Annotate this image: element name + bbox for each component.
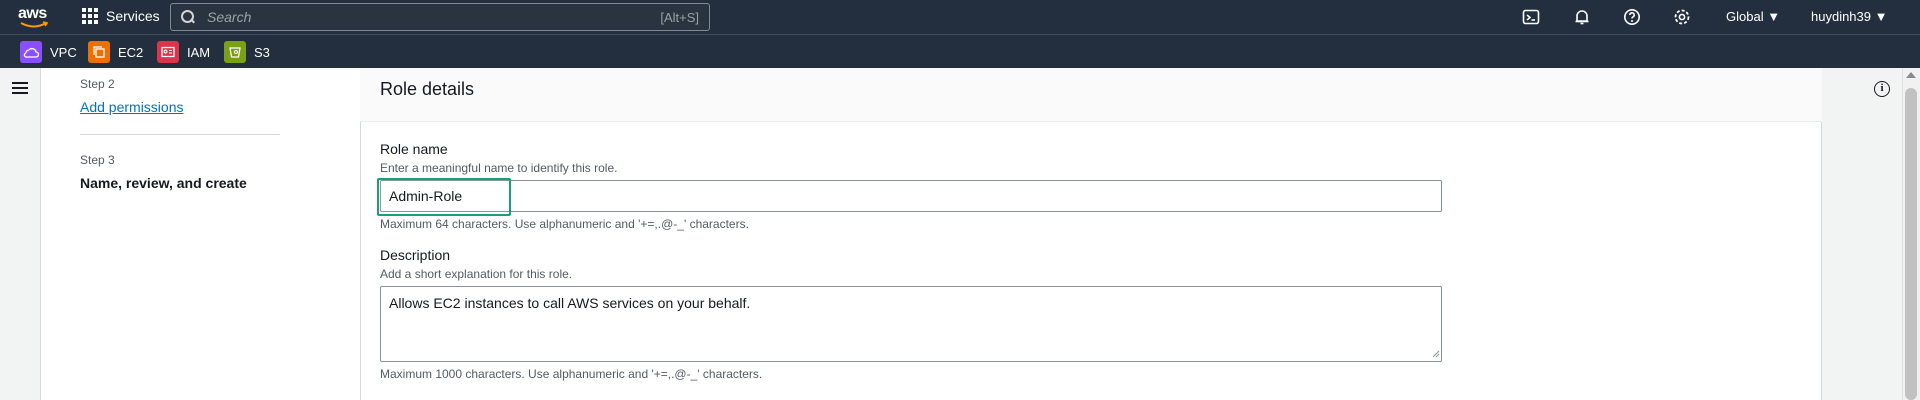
vpc-icon	[20, 41, 42, 63]
favorite-vpc-label: VPC	[50, 44, 77, 60]
step-2-link[interactable]: Add permissions	[80, 99, 184, 115]
container-header	[360, 68, 1822, 122]
description-label: Description	[380, 247, 451, 263]
description-help: Add a short explanation for this role.	[380, 267, 573, 281]
resize-handle-icon[interactable]	[1432, 350, 1440, 358]
search-bar[interactable]: Search [Alt+S]	[170, 3, 710, 31]
search-icon	[181, 10, 195, 24]
info-icon[interactable]: i	[1874, 81, 1890, 97]
description-constraint: Maximum 1000 characters. Use alphanumeri…	[380, 367, 763, 381]
favorite-iam[interactable]: IAM	[157, 41, 210, 63]
region-selector[interactable]: Global ▼	[1726, 9, 1780, 24]
role-name-constraint: Maximum 64 characters. Use alphanumeric …	[380, 217, 749, 231]
description-textarea[interactable]: Allows EC2 instances to call AWS service…	[380, 286, 1442, 362]
scrollbar-thumb[interactable]	[1905, 88, 1917, 400]
step-3-label: Step 3	[80, 153, 115, 167]
favorite-iam-label: IAM	[187, 44, 211, 60]
aws-logo[interactable]: aws	[18, 5, 52, 29]
search-input[interactable]: Search	[207, 9, 660, 25]
favorite-s3-label: S3	[254, 44, 270, 60]
favorite-ec2-label: EC2	[118, 44, 144, 60]
favorite-vpc[interactable]: VPC	[20, 41, 77, 63]
s3-icon	[224, 41, 246, 63]
step-divider	[80, 134, 280, 135]
grid-icon	[82, 8, 98, 24]
step-2-label: Step 2	[80, 77, 115, 91]
services-menu-button[interactable]: Services	[82, 8, 160, 24]
cloudshell-icon[interactable]	[1522, 8, 1540, 26]
iam-icon	[157, 41, 179, 63]
favorites-bar: VPC EC2 IAM S3	[0, 34, 1920, 68]
favorite-s3[interactable]: S3	[224, 41, 270, 63]
role-name-description: Enter a meaningful name to identify this…	[380, 161, 618, 175]
account-menu[interactable]: huydinh39 ▼	[1811, 9, 1887, 24]
services-label: Services	[106, 8, 160, 24]
help-icon[interactable]	[1623, 8, 1641, 26]
top-navigation: aws Services Search [Alt+S] Global ▼ huy…	[0, 0, 1920, 34]
settings-icon[interactable]	[1673, 8, 1691, 26]
search-shortcut-hint: [Alt+S]	[660, 9, 699, 25]
scroll-up-icon[interactable]	[1906, 72, 1916, 78]
left-rail	[0, 68, 40, 400]
role-name-label: Role name	[380, 141, 448, 157]
aws-smile-icon	[20, 21, 48, 28]
notifications-icon[interactable]	[1573, 8, 1591, 26]
favorite-ec2[interactable]: EC2	[88, 41, 143, 63]
menu-icon[interactable]	[12, 82, 28, 94]
ec2-icon	[88, 41, 110, 63]
wizard-steps	[40, 68, 360, 400]
right-rail	[1822, 68, 1902, 400]
step-3-title: Name, review, and create	[80, 175, 247, 191]
section-title: Role details	[380, 79, 475, 99]
role-name-input[interactable]	[380, 180, 1442, 212]
